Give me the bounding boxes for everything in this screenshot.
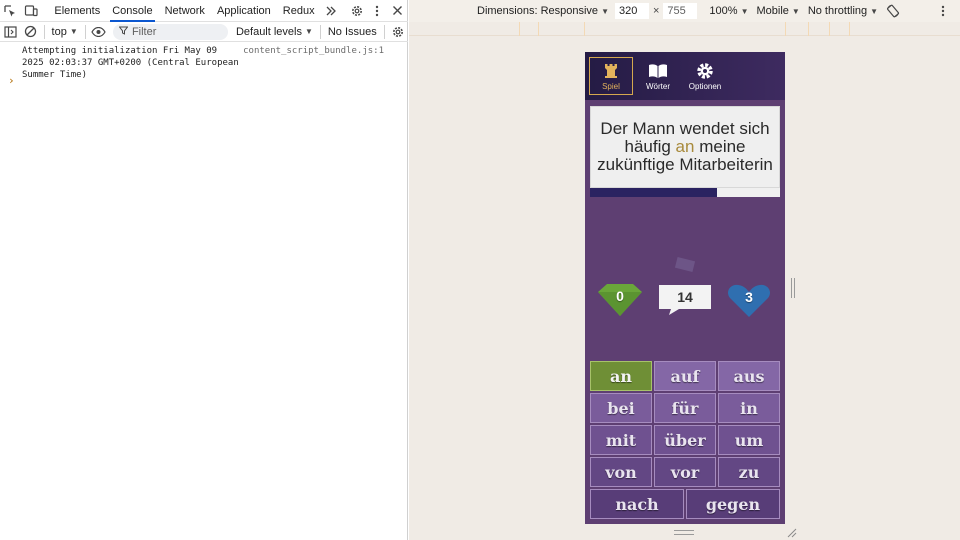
sentence-card: Der Mann wendet sich häufig an meine zuk… [590, 106, 780, 188]
sentence-text: Der Mann wendet sich häufig an meine zuk… [597, 120, 773, 174]
devtools-panel: Elements Console Network Application Red… [0, 0, 408, 540]
issues-label: No Issues [327, 25, 377, 38]
viewport-height-resize-handle[interactable] [674, 530, 694, 535]
zoom-label: 100% [709, 5, 738, 17]
dimensions-dropdown[interactable]: Dimensions: Responsive ▼ [473, 5, 613, 17]
nav-woerter[interactable]: Wörter [636, 57, 680, 95]
tab-network[interactable]: Network [159, 0, 211, 22]
context-selector[interactable]: top ▼ [48, 26, 82, 38]
answer-button[interactable]: bei [590, 393, 652, 423]
throttling-dropdown[interactable]: No throttling ▼ [804, 5, 882, 17]
score-value: 0 [616, 288, 624, 304]
nav-spiel[interactable]: Spiel [589, 57, 633, 95]
floating-word-tag [674, 256, 696, 273]
device-emulation-area: Dimensions: Responsive ▼ × 100% ▼ Mobile… [409, 0, 960, 540]
score-gem: 0 [597, 283, 643, 317]
zoom-dropdown[interactable]: 100% ▼ [705, 5, 752, 17]
chevron-down-icon: ▼ [305, 27, 313, 36]
more-tabs-icon[interactable] [321, 0, 341, 22]
filter-funnel-icon [118, 26, 129, 38]
close-devtools-icon[interactable] [388, 0, 408, 22]
console-settings-gear-icon[interactable] [388, 21, 408, 43]
settings-gear-icon[interactable] [347, 0, 367, 22]
nav-label: Optionen [688, 81, 722, 91]
nav-optionen[interactable]: Optionen [683, 57, 727, 95]
progress-bar [590, 188, 780, 197]
lives-value: 3 [745, 289, 753, 305]
nav-label: Wörter [646, 81, 670, 91]
timer-value: 14 [677, 289, 693, 305]
dimension-times-sign: × [652, 5, 660, 17]
console-filter[interactable] [112, 23, 228, 40]
device-toggle-icon[interactable] [20, 0, 40, 22]
tab-elements[interactable]: Elements [48, 0, 106, 22]
log-levels-dropdown[interactable]: Default levels ▼ [232, 26, 317, 38]
device-kebab-menu-icon[interactable] [932, 0, 954, 22]
kebab-menu-icon[interactable] [367, 0, 387, 22]
device-type-label: Mobile [756, 5, 789, 17]
media-query-ruler[interactable] [409, 22, 960, 36]
answer-button[interactable]: nach [590, 489, 684, 519]
issues-counter[interactable]: No Issues [324, 26, 381, 38]
emulated-viewport: Spiel Wörter Optionen Der Mann wendet si… [585, 52, 785, 524]
throttling-label: No throttling [807, 5, 868, 17]
log-levels-label: Default levels [235, 25, 302, 38]
answer-button[interactable]: um [718, 425, 780, 455]
answer-button[interactable]: über [654, 425, 716, 455]
answer-button[interactable]: in [718, 393, 780, 423]
console-source-link[interactable]: content_script_bundle.js:1 [243, 45, 384, 81]
console-message: Attempting initialization Fri May 09 202… [0, 43, 408, 81]
dimensions-label: Dimensions: Responsive [477, 5, 599, 17]
resize-corner-icon[interactable] [785, 526, 797, 538]
nav-label: Spiel [602, 81, 620, 91]
width-input[interactable] [614, 3, 649, 19]
book-icon [648, 62, 668, 80]
answer-button[interactable]: auf [654, 361, 716, 391]
live-expression-eye-icon[interactable] [89, 21, 109, 43]
game-nav-bar: Spiel Wörter Optionen [585, 52, 785, 100]
context-label: top [51, 25, 67, 38]
toolbar-divider [383, 24, 385, 39]
progress-fill [590, 188, 718, 197]
chevron-down-icon: ▼ [870, 6, 879, 16]
timer-bubble: 14 [659, 285, 711, 315]
answer-button[interactable]: zu [718, 457, 780, 487]
toolbar-divider [319, 24, 321, 39]
sidebar-toggle-icon[interactable] [0, 21, 20, 43]
chevron-down-icon: ▼ [601, 6, 609, 16]
device-toolbar: Dimensions: Responsive ▼ × 100% ▼ Mobile… [409, 0, 960, 22]
clear-console-icon[interactable] [20, 21, 40, 43]
toolbar-divider [84, 24, 86, 39]
answer-button[interactable]: mit [590, 425, 652, 455]
console-toolbar: top ▼ Default levels ▼ No Issues [0, 22, 408, 42]
rotate-icon[interactable] [882, 0, 904, 22]
sentence-highlight: an [675, 137, 695, 156]
viewport-width-resize-handle[interactable] [791, 278, 795, 298]
answer-button[interactable]: gegen [686, 489, 780, 519]
filter-input[interactable] [131, 25, 222, 38]
answer-button[interactable]: für [654, 393, 716, 423]
tower-icon [601, 62, 621, 80]
answer-button[interactable]: an [590, 361, 652, 391]
lives-heart: 3 [727, 284, 771, 318]
console-message-text: Attempting initialization Fri May 09 202… [22, 46, 245, 80]
answer-button[interactable]: aus [718, 361, 780, 391]
tab-console[interactable]: Console [106, 0, 158, 22]
tab-application[interactable]: Application [211, 0, 277, 22]
toolbar-divider [43, 24, 45, 39]
console-prompt[interactable]: › [8, 74, 15, 87]
tab-redux[interactable]: Redux [277, 0, 321, 22]
answer-button[interactable]: vor [654, 457, 716, 487]
chevron-down-icon: ▼ [740, 6, 749, 16]
inspect-element-icon[interactable] [0, 0, 20, 22]
chevron-down-icon: ▼ [69, 27, 78, 36]
gear-icon [695, 62, 715, 80]
chevron-down-icon: ▼ [791, 6, 800, 16]
console-messages: Attempting initialization Fri May 09 202… [0, 43, 408, 81]
height-input[interactable] [663, 3, 698, 19]
device-type-dropdown[interactable]: Mobile ▼ [752, 5, 803, 17]
devtools-tab-bar: Elements Console Network Application Red… [0, 0, 408, 22]
answer-button[interactable]: von [590, 457, 652, 487]
